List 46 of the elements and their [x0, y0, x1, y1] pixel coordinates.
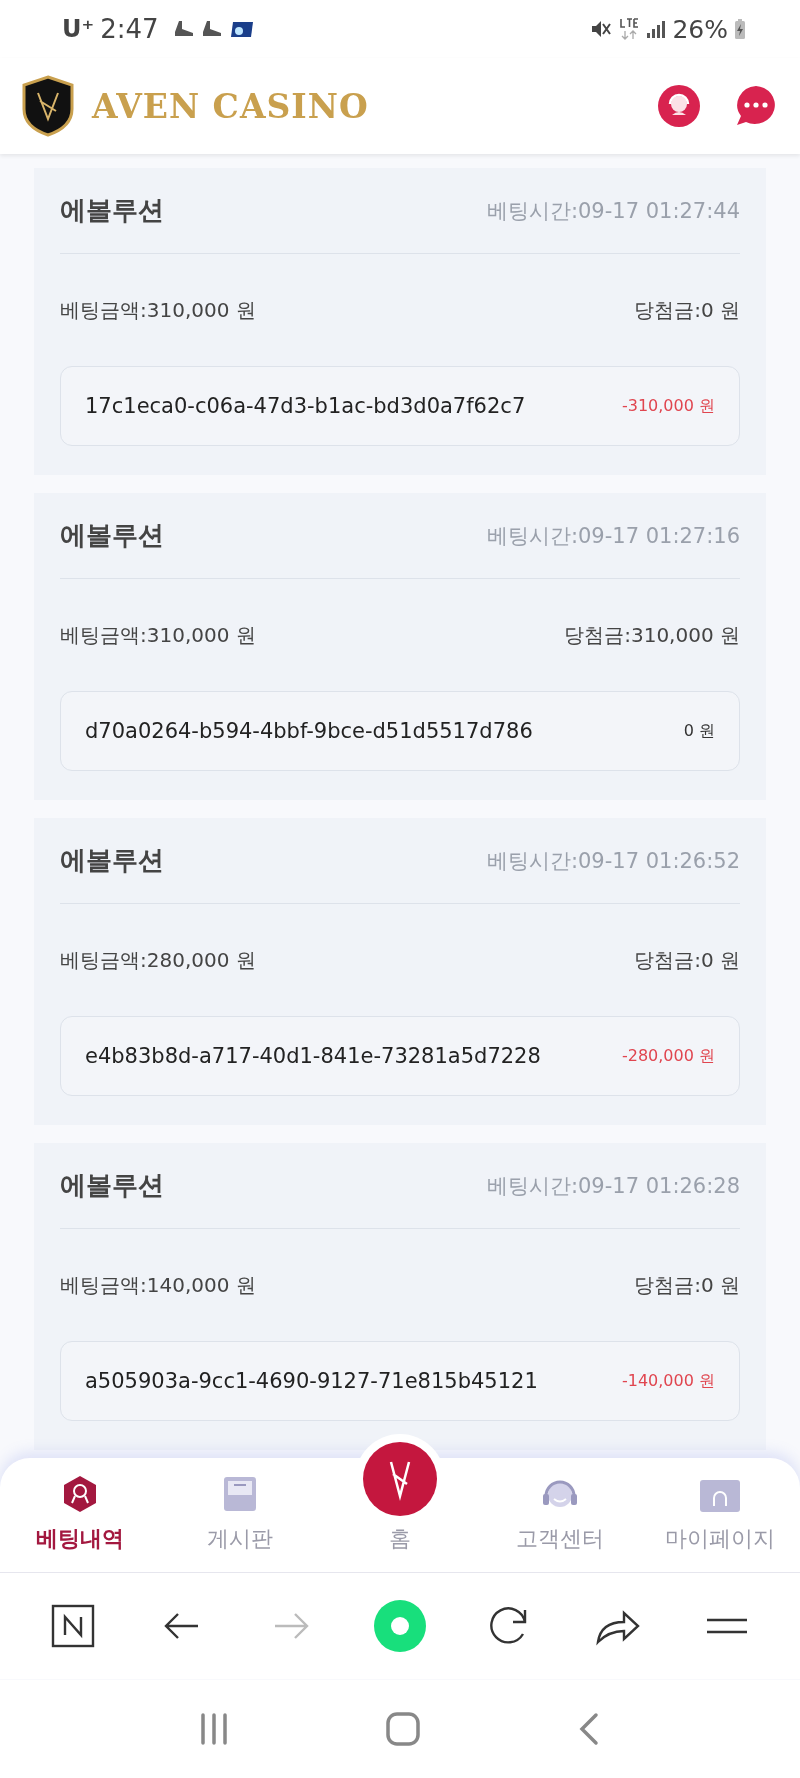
net-result: 0 원 — [683, 720, 715, 742]
transaction-id: e4b83b8d-a717-40d1-841e-73281a5d7228 — [85, 1044, 541, 1068]
brand-name[interactable]: AVEN CASINO — [92, 86, 369, 126]
bet-time: 베팅시간:09-17 01:26:52 — [486, 847, 740, 875]
game-name: 에볼루션 — [60, 844, 164, 877]
shoe-icon — [172, 20, 195, 38]
bet-amount: 베팅금액:140,000 원 — [60, 1271, 256, 1299]
shield-logo-icon[interactable] — [22, 75, 74, 137]
nav-tab[interactable]: 마이페이지 — [640, 1458, 800, 1572]
bet-amount: 베팅금액:310,000 원 — [60, 621, 256, 649]
board-icon — [222, 1474, 258, 1514]
nav-tab[interactable]: 홈 — [320, 1422, 480, 1572]
transaction-id: 17c1eca0-c06a-47d3-b1ac-bd3d0a7f62c7 — [85, 394, 526, 418]
bet-time: 베팅시간:09-17 01:26:28 — [486, 1172, 740, 1200]
carrier-label: U⁺ — [62, 15, 95, 43]
bet-amount: 베팅금액:310,000 원 — [60, 296, 256, 324]
nav-tab[interactable]: 베팅내역 — [0, 1458, 160, 1572]
recent-apps-icon[interactable] — [198, 1712, 229, 1746]
net-result: -140,000 원 — [621, 1370, 715, 1392]
nav-tab[interactable]: 고객센터 — [480, 1458, 640, 1572]
bet-time: 베팅시간:09-17 01:27:16 — [486, 522, 740, 550]
nav-tab[interactable]: 게시판 — [160, 1458, 320, 1572]
clock: 2:47 — [100, 14, 159, 44]
battery-icon — [734, 18, 746, 40]
transaction-id: d70a0264-b594-4bbf-9bce-d51d5517d786 — [85, 719, 533, 743]
net-result: -310,000 원 — [621, 395, 715, 417]
home-icon[interactable] — [386, 1712, 420, 1746]
win-amount: 당첨금:0 원 — [634, 296, 740, 324]
battery-label: 26% — [672, 14, 728, 44]
mute-icon — [590, 19, 613, 39]
lte-icon — [618, 17, 641, 41]
bet-amount: 베팅금액:280,000 원 — [60, 946, 256, 974]
bet-time: 베팅시간:09-17 01:27:44 — [486, 197, 740, 225]
game-name: 에볼루션 — [60, 194, 164, 227]
win-amount: 당첨금:0 원 — [634, 1271, 740, 1299]
support-agent-button[interactable] — [658, 85, 700, 127]
chat-button[interactable] — [734, 85, 778, 127]
net-result: -280,000 원 — [621, 1045, 715, 1067]
game-name: 에볼루션 — [60, 1169, 164, 1202]
win-amount: 당첨금:0 원 — [634, 946, 740, 974]
game-name: 에볼루션 — [60, 519, 164, 552]
win-amount: 당첨금:310,000 원 — [564, 621, 740, 649]
screen-icon — [228, 20, 255, 38]
signal-icon — [646, 19, 667, 39]
shoe-icon — [200, 20, 223, 38]
transaction-id: a505903a-9cc1-4690-9127-71e815b45121 — [85, 1369, 538, 1393]
